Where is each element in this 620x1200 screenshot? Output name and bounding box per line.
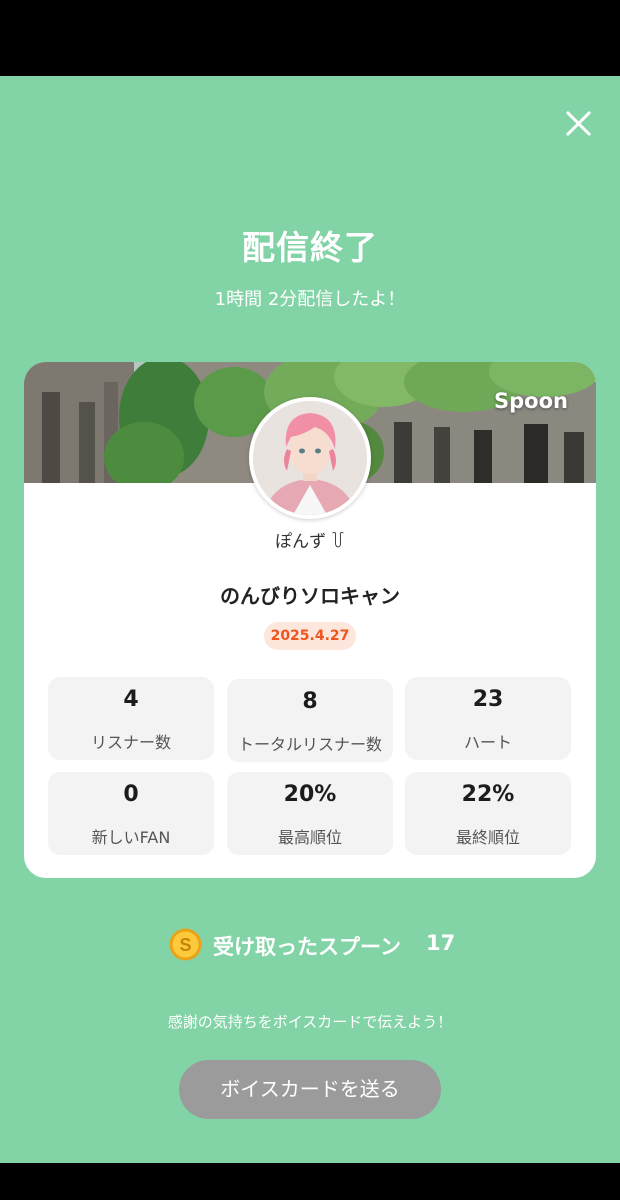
stat-label: リスナー数	[90, 733, 171, 752]
page-title: 配信終了	[242, 228, 378, 267]
stat-value: 8	[302, 689, 318, 714]
stat-label: 最高順位	[277, 828, 342, 847]
stat-value: 20%	[283, 782, 337, 807]
stream-title: のんびりソロキャン	[220, 584, 400, 608]
broadcast-duration: 1時間 2分配信したよ！	[214, 289, 406, 310]
stat-label: 新しいFAN	[91, 828, 171, 847]
svg-text:S: S	[179, 935, 191, 955]
thanks-message: 感謝の気持ちをボイスカードで伝えよう！	[167, 1013, 453, 1031]
stat-total-listeners: 8 トータルリスナー数	[227, 679, 393, 762]
status-bar	[0, 0, 620, 76]
send-voice-card-button[interactable]: ボイスカードを送る	[179, 1060, 441, 1119]
stat-label: トータルリスナー数	[237, 735, 382, 754]
stat-hearts: 23 ハート	[405, 677, 571, 760]
stat-value: 4	[123, 687, 139, 712]
stat-new-fans: 0 新しいFAN	[48, 772, 214, 855]
stat-value: 0	[123, 782, 139, 807]
stat-value: 22%	[461, 782, 515, 807]
date-badge: 2025.4.27	[264, 622, 356, 650]
username: ぽんず ꒦	[275, 532, 345, 552]
stat-value: 23	[472, 687, 504, 712]
navigation-bar	[0, 1163, 620, 1200]
stat-final-rank: 22% 最終順位	[405, 772, 571, 855]
close-icon[interactable]	[558, 103, 598, 143]
stat-highest-rank: 20% 最高順位	[227, 772, 393, 855]
stat-label: ハート	[463, 733, 512, 752]
spoons-count: 17	[426, 931, 456, 955]
stat-label: 最終順位	[455, 828, 520, 847]
spoon-coin-icon: S	[169, 928, 202, 961]
stat-listeners: 4 リスナー数	[48, 677, 214, 760]
received-spoons: S 受け取ったスプーン 17	[0, 928, 620, 962]
spoons-label: 受け取ったスプーン	[213, 935, 401, 959]
spoon-logo: Spoon	[494, 389, 568, 413]
avatar[interactable]	[249, 397, 371, 519]
broadcast-end-screen: 配信終了 1時間 2分配信したよ！ Spoon ぽんず ꒦ のんびりソロキャン …	[0, 76, 620, 1163]
summary-card: Spoon ぽんず ꒦ のんびりソロキャン 2025.4.27 4 リスナー数	[24, 362, 596, 878]
